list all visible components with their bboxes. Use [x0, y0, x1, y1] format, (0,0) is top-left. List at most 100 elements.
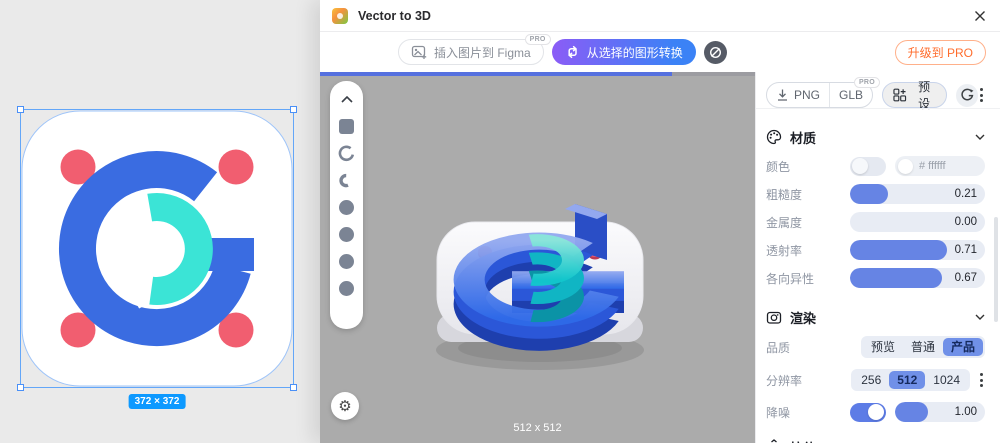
color-swatch: [898, 158, 913, 174]
resolution-more-icon[interactable]: [978, 371, 985, 389]
plugin-window: Vector to 3D 插入图片到 Figma PRO 从选择的图形转换 升级…: [320, 0, 1000, 443]
layer-ring-arc-icon[interactable]: [338, 145, 355, 162]
collapse-chevron-up-icon[interactable]: [338, 91, 355, 108]
layer-crescent-arc-icon[interactable]: [338, 172, 355, 189]
denoise-label: 降噪: [766, 405, 791, 420]
selection-handle[interactable]: [290, 106, 297, 113]
color-toggle[interactable]: [850, 156, 886, 176]
stretch-arrows-icon: [771, 439, 777, 443]
chevron-down-icon[interactable]: [975, 314, 985, 320]
quality-label: 品质: [766, 340, 791, 355]
metalness-value: 0.00: [954, 216, 977, 228]
convert-selection-button[interactable]: 从选择的图形转换: [551, 39, 696, 65]
more-options-icon[interactable]: [978, 86, 985, 104]
resolution-row: 分辨率 256 512 1024: [766, 369, 985, 391]
settings-button[interactable]: ⚙: [331, 392, 359, 420]
sync-off-icon: [709, 46, 721, 58]
layer-strip: [330, 81, 363, 329]
denoise-slider[interactable]: 1.00: [895, 402, 985, 422]
layer-circle-icon[interactable]: [338, 280, 355, 297]
render-progress-fill: [320, 72, 673, 76]
settings-panel: PNG GLB PRO 预设 材质 颜色 # ffffff 粗糙度 0.21 金…: [755, 72, 1000, 443]
toolbar: 插入图片到 Figma PRO 从选择的图形转换 升级到 PRO: [320, 32, 1000, 72]
resolution-option-1024[interactable]: 1024: [925, 371, 968, 389]
gear-icon: ⚙: [338, 398, 352, 415]
layer-circle-icon[interactable]: [338, 199, 355, 216]
roughness-value: 0.21: [954, 188, 977, 200]
pro-badge: PRO: [853, 77, 881, 88]
sync-disabled-button[interactable]: [703, 40, 727, 64]
anisotropy-slider[interactable]: 0.67: [850, 268, 985, 288]
refresh-g-icon: [961, 88, 974, 101]
export-row: PNG GLB PRO 预设: [766, 77, 985, 111]
resolution-segmented-control: 256 512 1024: [851, 369, 970, 391]
selection-handle[interactable]: [290, 384, 297, 391]
panel-scrollbar[interactable]: [994, 217, 998, 322]
layer-rounded-square-icon[interactable]: [338, 118, 355, 135]
roughness-label: 粗糙度: [766, 187, 803, 202]
color-label: 颜色: [766, 159, 791, 174]
camera-icon: [766, 311, 782, 324]
layer-circle-icon[interactable]: [338, 226, 355, 243]
anisotropy-label: 各向异性: [766, 271, 815, 286]
selection-box[interactable]: 372 × 372: [17, 106, 297, 409]
denoise-value: 1.00: [954, 406, 977, 418]
insert-image-button[interactable]: 插入图片到 Figma PRO: [398, 34, 551, 65]
glb-label: GLB: [839, 88, 864, 102]
preview-canvas[interactable]: 512 x 512 ⚙: [320, 72, 755, 443]
selection-size-badge: 372 × 372: [128, 394, 186, 409]
plugin-title: Vector to 3D: [358, 8, 431, 23]
image-plus-icon: [411, 45, 427, 59]
material-section-header[interactable]: 材质: [766, 126, 985, 148]
stretch-section-title: 拉伸: [790, 438, 985, 443]
transmission-slider[interactable]: 0.71: [850, 240, 985, 260]
metalness-label: 金属度: [766, 215, 803, 230]
roughness-slider[interactable]: 0.21: [850, 184, 985, 204]
transmission-label: 透射率: [766, 243, 803, 258]
figma-canvas[interactable]: 372 × 372: [0, 0, 320, 443]
presets-grid-icon: [893, 88, 907, 102]
png-label: PNG: [794, 88, 821, 102]
presets-button[interactable]: 预设: [882, 80, 947, 111]
quality-option-product[interactable]: 产品: [942, 338, 983, 356]
convert-swap-icon: [568, 45, 577, 59]
render-section-header[interactable]: 渲染: [766, 306, 985, 328]
palette-icon: [766, 129, 782, 145]
slider-row: 金属度 0.00: [766, 212, 985, 232]
quality-option-preview[interactable]: 预览: [863, 338, 903, 356]
selection-handle[interactable]: [17, 384, 24, 391]
transmission-value: 0.71: [954, 244, 977, 256]
metalness-slider[interactable]: 0.00: [850, 212, 985, 232]
download-icon: [778, 89, 787, 101]
export-format-group: PNG GLB PRO: [766, 77, 881, 108]
color-value-field[interactable]: # ffffff: [895, 156, 985, 176]
export-png-button[interactable]: PNG: [767, 83, 829, 107]
anisotropy-value: 0.67: [954, 272, 977, 284]
regenerate-button[interactable]: [955, 83, 978, 107]
render-size-label: 512 x 512: [513, 422, 562, 434]
render-3d-preview: [436, 204, 644, 370]
stretch-section-header[interactable]: 拉伸: [766, 436, 985, 443]
color-row: 颜色 # ffffff: [766, 156, 985, 176]
denoise-toggle[interactable]: [850, 402, 886, 422]
resolution-option-512[interactable]: 512: [889, 371, 926, 389]
slider-row: 透射率 0.71: [766, 240, 985, 260]
render-section-title: 渲染: [790, 310, 817, 326]
selection-handle[interactable]: [17, 106, 24, 113]
upgrade-pro-button[interactable]: 升级到 PRO: [894, 39, 986, 65]
titlebar: Vector to 3D: [320, 0, 1000, 32]
quality-option-normal[interactable]: 普通: [903, 338, 943, 356]
color-hex-value: # ffffff: [919, 160, 946, 172]
resolution-option-256[interactable]: 256: [853, 371, 889, 389]
vector-logo[interactable]: [21, 110, 293, 387]
screen: 372 × 372 Vector to 3D 插入图片到 Figma PRO 从…: [0, 0, 1000, 443]
material-section-title: 材质: [790, 130, 817, 146]
plugin-logo-icon: [332, 7, 348, 24]
layer-circle-icon[interactable]: [338, 253, 355, 270]
render-progress-bar: [320, 72, 755, 76]
denoise-row: 降噪 1.00: [766, 402, 985, 422]
slider-row: 粗糙度 0.21: [766, 184, 985, 204]
quality-row: 品质 预览 普通 产品: [766, 336, 985, 358]
close-icon[interactable]: [972, 8, 988, 24]
chevron-down-icon[interactable]: [975, 134, 985, 140]
